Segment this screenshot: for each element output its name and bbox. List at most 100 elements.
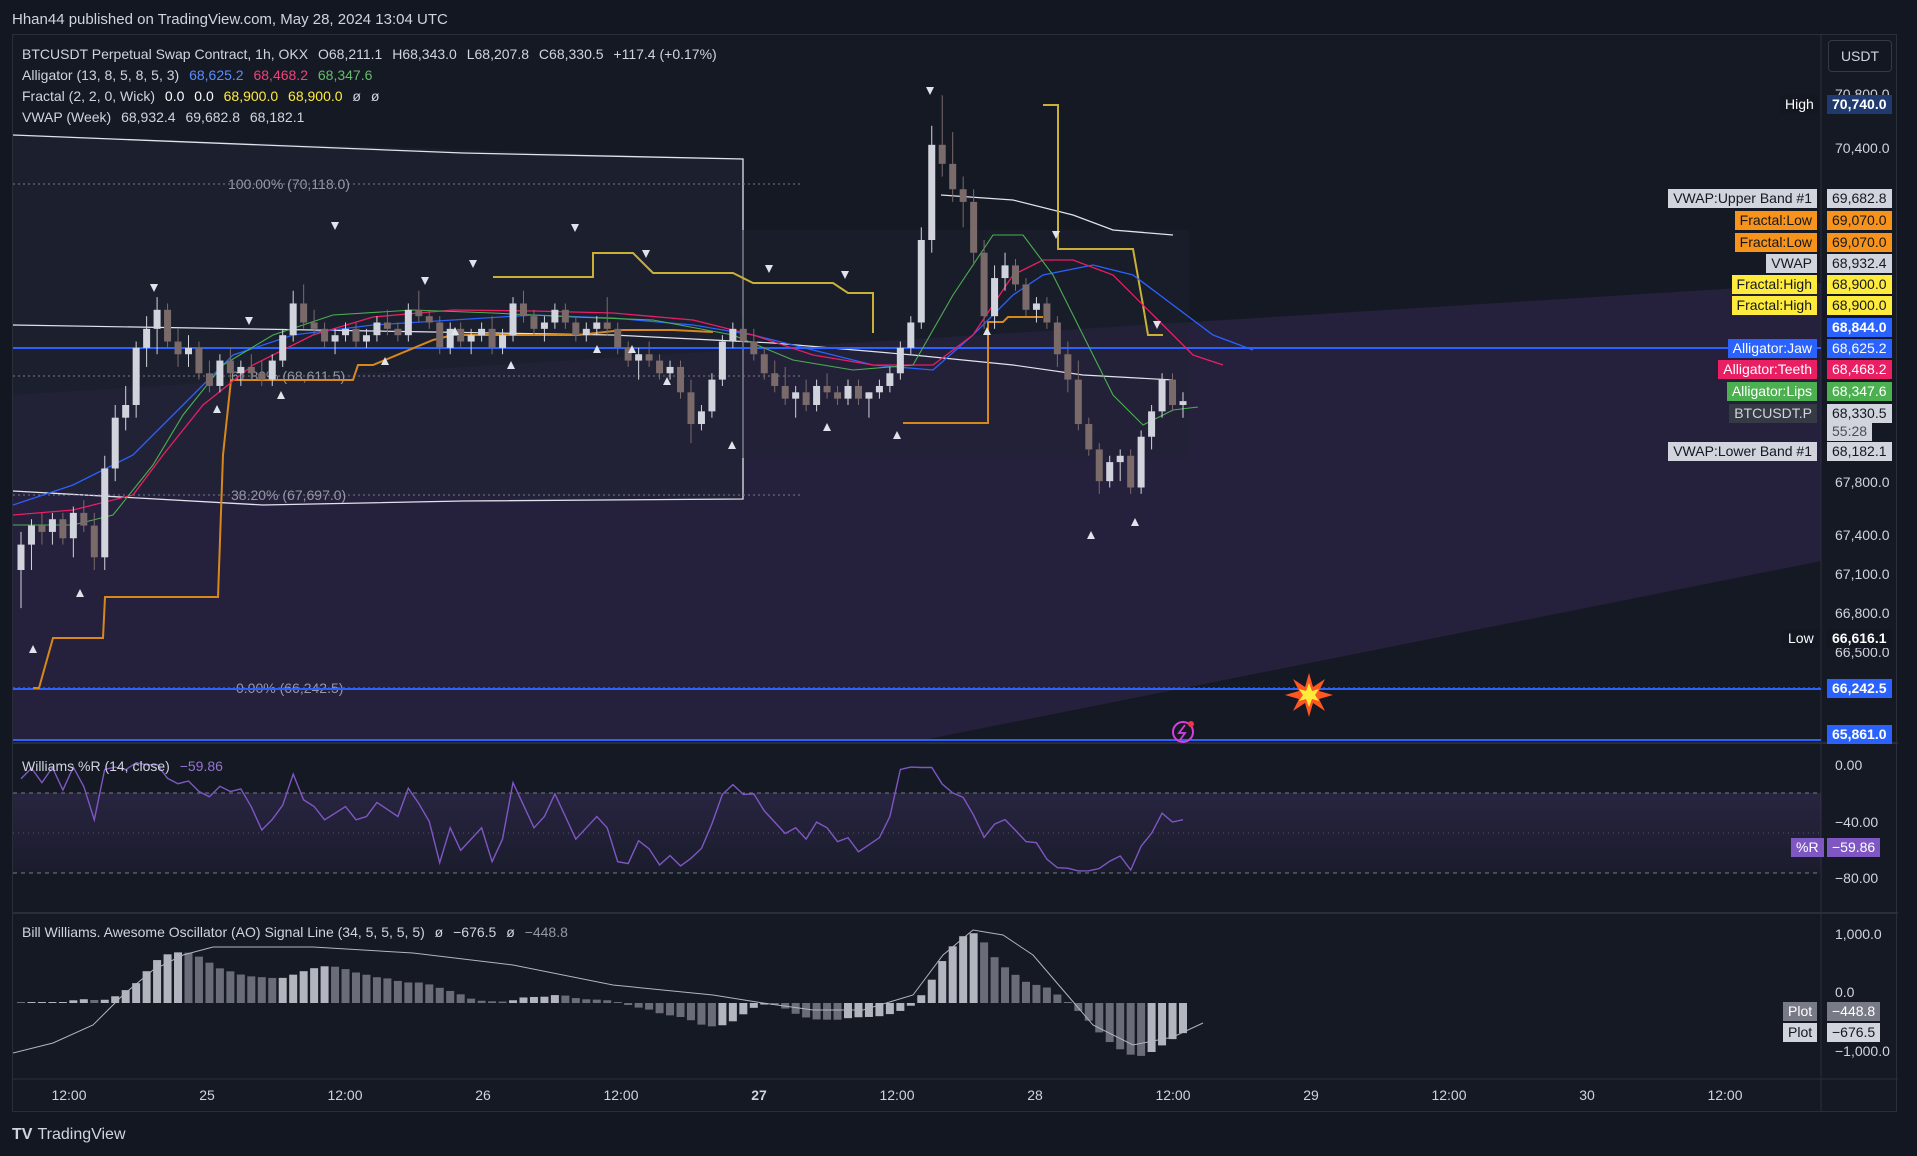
- candle[interactable]: [226, 360, 234, 374]
- candle[interactable]: [237, 366, 245, 374]
- candle[interactable]: [645, 354, 653, 361]
- candle[interactable]: [90, 525, 98, 558]
- candle[interactable]: [687, 392, 695, 425]
- candle[interactable]: [478, 328, 486, 336]
- candle[interactable]: [582, 328, 590, 336]
- candle[interactable]: [247, 366, 255, 374]
- vwap-legend[interactable]: VWAP (Week) 68,932.4 69,682.8 68,182.1: [22, 109, 304, 125]
- candle[interactable]: [184, 347, 192, 355]
- candle[interactable]: [614, 328, 622, 348]
- candle[interactable]: [991, 278, 999, 317]
- candle[interactable]: [279, 335, 287, 361]
- candle[interactable]: [792, 392, 800, 399]
- candle[interactable]: [1169, 379, 1177, 405]
- ao-legend[interactable]: Bill Williams. Awesome Oscillator (AO) S…: [22, 924, 568, 940]
- candle[interactable]: [781, 385, 789, 399]
- candle[interactable]: [394, 328, 402, 336]
- candle[interactable]: [404, 309, 412, 336]
- candle[interactable]: [718, 341, 726, 380]
- candle[interactable]: [771, 373, 779, 386]
- tradingview-logo[interactable]: TV TradingView: [12, 1126, 126, 1144]
- candle[interactable]: [48, 519, 56, 532]
- candle[interactable]: [823, 385, 831, 393]
- candle[interactable]: [457, 328, 465, 342]
- candle[interactable]: [310, 322, 318, 329]
- candle[interactable]: [551, 309, 559, 323]
- candle[interactable]: [739, 328, 747, 342]
- candle[interactable]: [697, 411, 705, 425]
- candle[interactable]: [572, 322, 580, 336]
- candle[interactable]: [1179, 401, 1187, 405]
- candle[interactable]: [331, 335, 339, 342]
- candle[interactable]: [949, 163, 957, 190]
- candle[interactable]: [101, 468, 109, 558]
- candle[interactable]: [467, 335, 475, 342]
- candle[interactable]: [750, 341, 758, 355]
- candle[interactable]: [362, 335, 370, 342]
- candle[interactable]: [111, 417, 119, 469]
- candle[interactable]: [1032, 303, 1040, 310]
- candle[interactable]: [540, 322, 548, 329]
- candle[interactable]: [970, 201, 978, 253]
- candle[interactable]: [896, 347, 904, 374]
- candle[interactable]: [854, 385, 862, 399]
- candle[interactable]: [519, 303, 527, 317]
- candle[interactable]: [677, 366, 685, 393]
- candle[interactable]: [1012, 265, 1020, 285]
- candle[interactable]: [509, 303, 517, 336]
- candle[interactable]: [488, 328, 496, 348]
- candle[interactable]: [834, 392, 842, 399]
- chart-area[interactable]: 100.00% (70,118.0) 61.80% (68,611.5) 38.…: [12, 34, 1898, 1113]
- candle[interactable]: [729, 328, 737, 342]
- candle[interactable]: [69, 512, 77, 539]
- candle[interactable]: [875, 385, 883, 393]
- candle[interactable]: [635, 354, 643, 361]
- candle[interactable]: [289, 303, 297, 336]
- candle[interactable]: [499, 335, 507, 348]
- currency-button[interactable]: USDT: [1828, 40, 1892, 72]
- candle[interactable]: [1106, 462, 1114, 482]
- candle[interactable]: [907, 322, 915, 348]
- candle[interactable]: [1148, 411, 1156, 437]
- candle[interactable]: [425, 316, 433, 323]
- candle[interactable]: [1116, 455, 1124, 463]
- candle[interactable]: [415, 309, 423, 317]
- candle[interactable]: [17, 544, 25, 570]
- candle[interactable]: [1064, 354, 1072, 380]
- candle[interactable]: [27, 525, 35, 545]
- williams-legend[interactable]: Williams %R (14, close) −59.86: [22, 758, 223, 774]
- candle[interactable]: [38, 525, 46, 532]
- candle[interactable]: [205, 373, 213, 386]
- symbol-legend[interactable]: BTCUSDT Perpetual Swap Contract, 1h, OKX…: [22, 46, 717, 62]
- time-axis[interactable]: 12:00 25 12:00 26 12:00 27 12:00 28 12:0…: [51, 1087, 1742, 1103]
- candle[interactable]: [813, 385, 821, 405]
- candle[interactable]: [886, 373, 894, 386]
- candle[interactable]: [436, 322, 444, 348]
- candle[interactable]: [174, 341, 182, 355]
- candle[interactable]: [656, 360, 664, 374]
- candle[interactable]: [1127, 455, 1135, 488]
- candle[interactable]: [342, 328, 350, 336]
- candle[interactable]: [938, 144, 946, 164]
- candle[interactable]: [1022, 284, 1030, 310]
- candle[interactable]: [1095, 449, 1103, 482]
- candle[interactable]: [373, 322, 381, 336]
- fractal-legend[interactable]: Fractal (2, 2, 0, Wick) 0.0 0.0 68,900.0…: [22, 88, 379, 104]
- candle[interactable]: [258, 373, 266, 380]
- candle[interactable]: [268, 360, 276, 380]
- alligator-legend[interactable]: Alligator (13, 8, 5, 8, 5, 3) 68,625.2 6…: [22, 67, 372, 83]
- candle[interactable]: [59, 519, 67, 539]
- candle[interactable]: [980, 252, 988, 317]
- candle[interactable]: [143, 328, 151, 348]
- chart-canvas[interactable]: 100.00% (70,118.0) 61.80% (68,611.5) 38.…: [12, 35, 1898, 1113]
- candle[interactable]: [321, 328, 329, 342]
- candle[interactable]: [216, 360, 224, 386]
- candle[interactable]: [122, 405, 130, 418]
- candle[interactable]: [865, 392, 873, 399]
- candle[interactable]: [928, 144, 936, 240]
- candle[interactable]: [195, 347, 203, 374]
- candle[interactable]: [530, 316, 538, 329]
- candle[interactable]: [593, 322, 601, 329]
- candle[interactable]: [917, 240, 925, 323]
- candle[interactable]: [80, 512, 88, 526]
